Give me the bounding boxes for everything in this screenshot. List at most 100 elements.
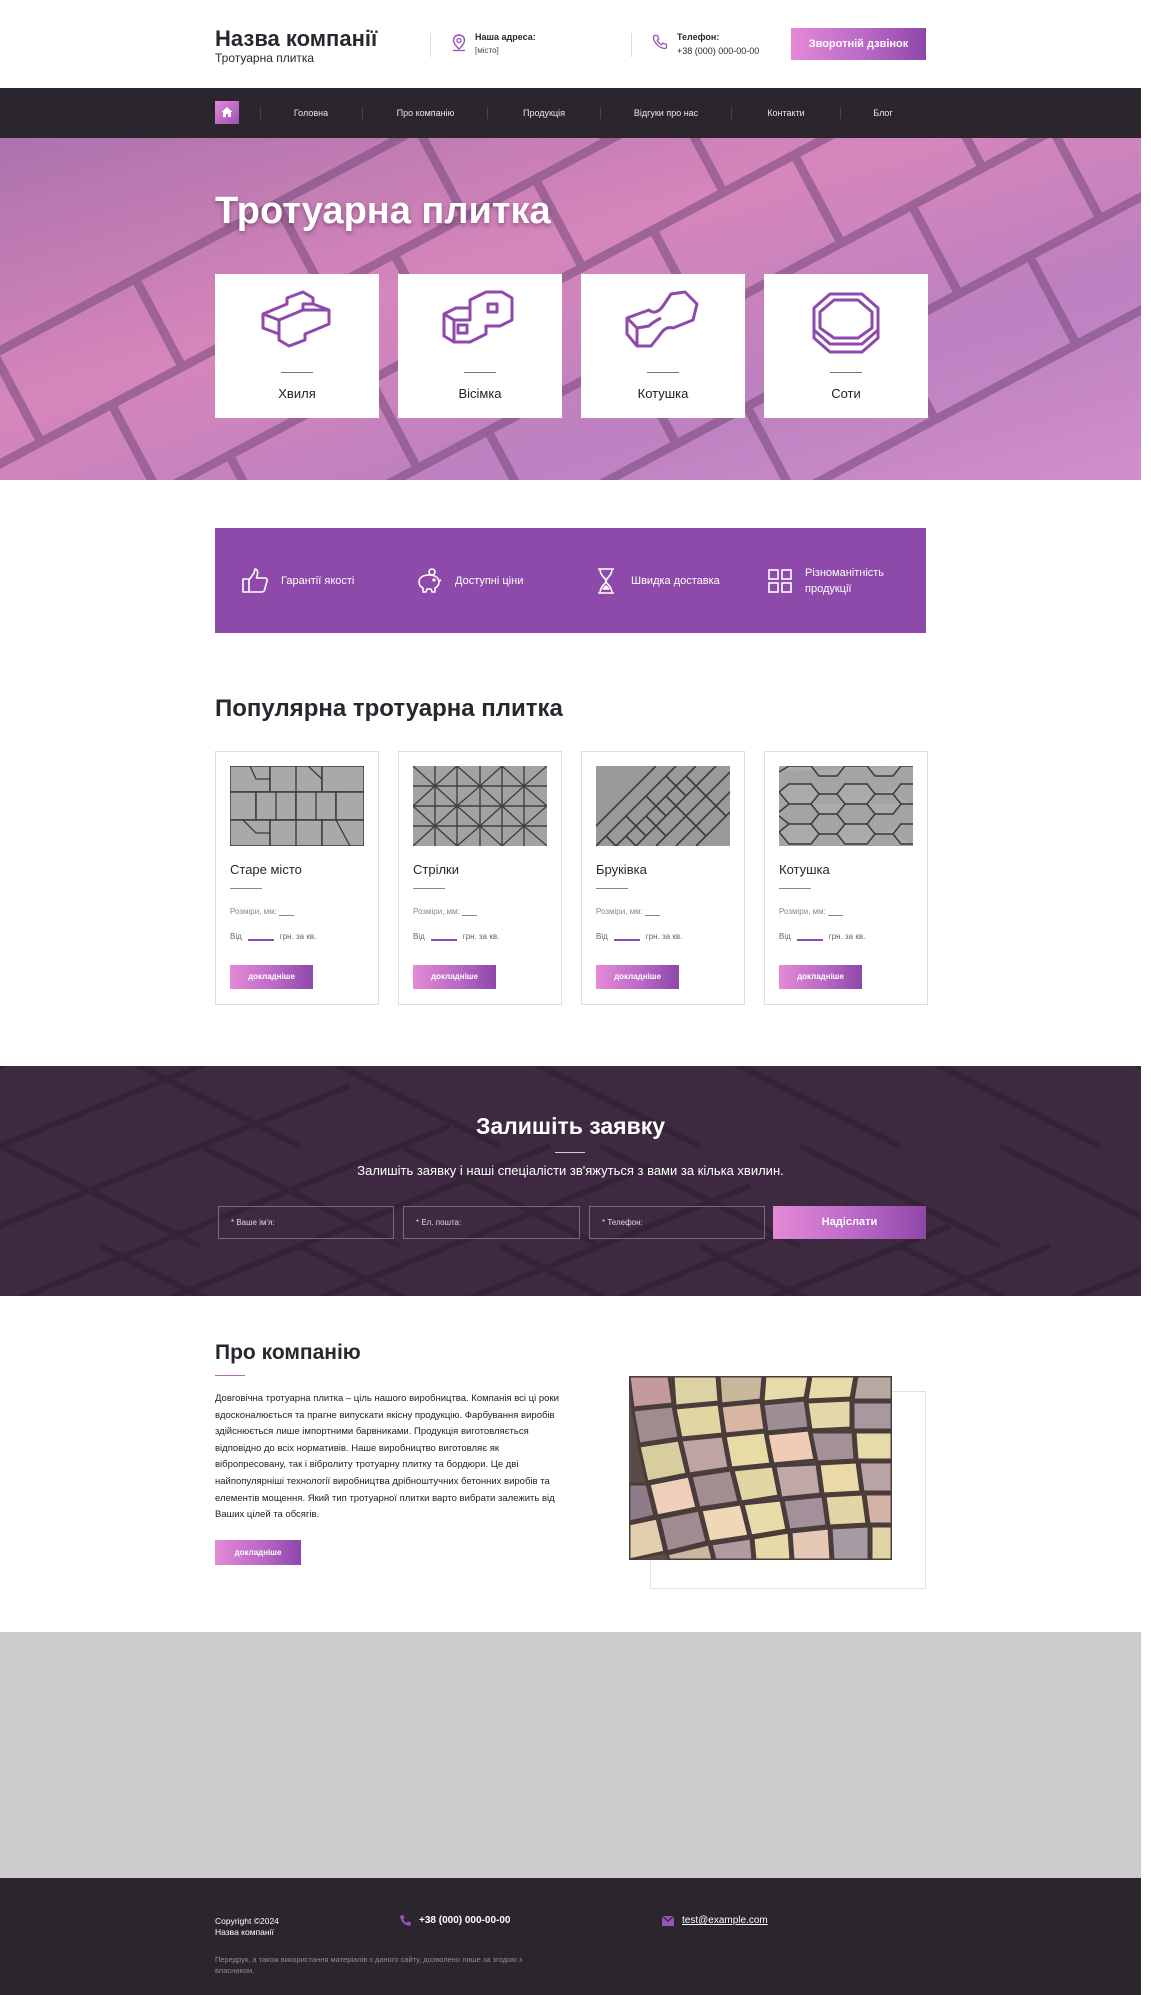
phone-label: Телефон: bbox=[677, 32, 720, 42]
size-label: Розміри, мм: bbox=[596, 907, 643, 916]
price-unit: грн. за кв. bbox=[645, 932, 683, 941]
grid-icon bbox=[768, 568, 792, 593]
product-price: Від грн. за кв. bbox=[779, 932, 865, 941]
page: Назва компанії Тротуарна плитка Наша адр… bbox=[0, 0, 1141, 1995]
size-label: Розміри, мм: bbox=[413, 907, 460, 916]
price-from-label: Від bbox=[230, 932, 242, 941]
hero-background bbox=[0, 138, 1141, 480]
product-name[interactable]: Старе місто bbox=[230, 862, 302, 877]
about-image bbox=[629, 1376, 892, 1560]
tile-type-card[interactable]: Хвиля bbox=[215, 274, 379, 418]
site-footer: Copyright ©2024 Назва компанії +38 (000)… bbox=[0, 1878, 1141, 1995]
paving-photo bbox=[629, 1376, 892, 1560]
request-background bbox=[0, 1066, 1141, 1296]
price-from-label: Від bbox=[596, 932, 608, 941]
footer-email-link[interactable]: test@example.com bbox=[682, 1915, 768, 1926]
nav-item-home[interactable]: Головна bbox=[266, 88, 356, 138]
product-divider bbox=[596, 888, 628, 889]
product-name[interactable]: Бруківка bbox=[596, 862, 647, 877]
request-section: Залишіть заявку Залишіть заявку і наші с… bbox=[0, 1066, 1141, 1296]
feature-quality: Гарантії якості bbox=[241, 528, 354, 633]
about-title: Про компанію bbox=[215, 1341, 361, 1364]
spool-tile-icon bbox=[625, 290, 699, 348]
product-details-button[interactable]: докладніше bbox=[596, 965, 679, 989]
product-details-button[interactable]: докладніше bbox=[230, 965, 313, 989]
map-placeholder[interactable] bbox=[0, 1632, 1141, 1878]
feature-label: Доступні ціни bbox=[455, 574, 524, 587]
header-divider bbox=[631, 33, 632, 57]
copyright-text: Copyright ©2024 bbox=[215, 1916, 279, 1926]
tile-type-card[interactable]: Вісімка bbox=[398, 274, 562, 418]
product-card: Бруківка Розміри, мм: Від грн. за кв. док… bbox=[581, 751, 745, 1005]
nav-item-contacts[interactable]: Контакти bbox=[742, 88, 830, 138]
product-details-button[interactable]: докладніше bbox=[413, 965, 496, 989]
mail-icon bbox=[662, 1916, 674, 1926]
request-subtitle: Залишіть заявку і наші спеціалісти зв'яж… bbox=[357, 1163, 784, 1178]
nav-separator bbox=[600, 107, 601, 119]
product-name[interactable]: Котушка bbox=[779, 862, 830, 877]
product-details-button[interactable]: докладніше bbox=[779, 965, 862, 989]
tile-type-label: Хвиля bbox=[278, 386, 316, 401]
product-image-spool[interactable] bbox=[779, 766, 913, 846]
company-tagline: Тротуарна плитка bbox=[215, 51, 315, 65]
product-size: Розміри, мм: bbox=[413, 907, 478, 916]
product-divider bbox=[779, 888, 811, 889]
hourglass-icon bbox=[598, 567, 614, 594]
product-size: Розміри, мм: bbox=[596, 907, 661, 916]
tile-type-card[interactable]: Соти bbox=[764, 274, 928, 418]
features-bar: Гарантії якості Доступні ціни Швидка дос… bbox=[215, 528, 926, 633]
footer-copyright: Copyright ©2024 Назва компанії bbox=[215, 1916, 279, 1938]
about-details-button[interactable]: докладніше bbox=[215, 1540, 301, 1565]
tile-type-label: Котушка bbox=[637, 386, 689, 401]
footer-note: Передрук, а також використання матеріалі… bbox=[215, 1955, 523, 1975]
thumbs-up-icon bbox=[242, 567, 268, 593]
product-divider bbox=[230, 888, 262, 889]
honeycomb-tile-icon bbox=[812, 292, 880, 354]
callback-button[interactable]: Зворотній дзвінок bbox=[791, 28, 926, 60]
product-image-arrows[interactable] bbox=[413, 766, 547, 846]
feature-prices: Доступні ціни bbox=[415, 528, 523, 633]
nav-item-blog[interactable]: Блог bbox=[850, 88, 916, 138]
product-price: Від грн. за кв. bbox=[230, 932, 316, 941]
phone-input[interactable]: * Телефон: bbox=[589, 1206, 765, 1239]
product-price: Від грн. за кв. bbox=[596, 932, 682, 941]
phone-info: Телефон: +38 (000) 000-00-00 bbox=[677, 32, 759, 56]
about-divider bbox=[215, 1375, 245, 1376]
nav-item-about[interactable]: Про компанію bbox=[378, 88, 473, 138]
eight-tile-icon bbox=[442, 290, 514, 344]
product-price: Від грн. за кв. bbox=[413, 932, 499, 941]
size-label: Розміри, мм: bbox=[779, 907, 826, 916]
main-nav: Головна Про компанію Продукція Відгуки п… bbox=[0, 88, 1141, 138]
address-label: Наша адреса: bbox=[475, 32, 536, 42]
wave-tile-icon bbox=[261, 290, 331, 348]
footer-phone[interactable]: +38 (000) 000-00-00 bbox=[419, 1915, 510, 1926]
product-name[interactable]: Стрілки bbox=[413, 862, 459, 877]
nav-home-button[interactable] bbox=[215, 101, 239, 124]
submit-button[interactable]: Надіслати bbox=[773, 1206, 926, 1239]
nav-item-reviews[interactable]: Відгуки про нас bbox=[614, 88, 718, 138]
product-size: Розміри, мм: bbox=[779, 907, 844, 916]
product-image-cobblestone[interactable] bbox=[596, 766, 730, 846]
feature-variety: Різноманітність продукції bbox=[767, 528, 917, 633]
name-input[interactable]: * Ваше ім'я: bbox=[218, 1206, 394, 1239]
price-unit: грн. за кв. bbox=[828, 932, 866, 941]
feature-label: Гарантії якості bbox=[281, 574, 355, 587]
product-image-old-town[interactable] bbox=[230, 766, 364, 846]
nav-item-products[interactable]: Продукція bbox=[498, 88, 590, 138]
tile-type-card[interactable]: Котушка bbox=[581, 274, 745, 418]
price-unit: грн. за кв. bbox=[462, 932, 500, 941]
header-divider bbox=[430, 33, 431, 57]
price-unit: грн. за кв. bbox=[279, 932, 317, 941]
location-pin-icon bbox=[452, 34, 466, 52]
email-input[interactable]: * Ел. пошта: bbox=[403, 1206, 580, 1239]
company-name[interactable]: Назва компанії bbox=[215, 26, 377, 52]
product-card: Старе місто Розміри, мм: Від грн. за кв. … bbox=[215, 751, 379, 1005]
card-divider bbox=[647, 372, 679, 373]
size-label: Розміри, мм: bbox=[230, 907, 277, 916]
popular-section-title: Популярна тротуарна плитка bbox=[215, 695, 563, 722]
feature-label: Швидка доставка bbox=[631, 574, 720, 587]
feature-label: Різноманітність продукції bbox=[805, 566, 885, 595]
phone-value[interactable]: +38 (000) 000-00-00 bbox=[677, 46, 759, 56]
nav-separator bbox=[731, 107, 732, 119]
hero-banner: Тротуарна плитка Хвиля Вісімка Котушка С… bbox=[0, 138, 1141, 480]
